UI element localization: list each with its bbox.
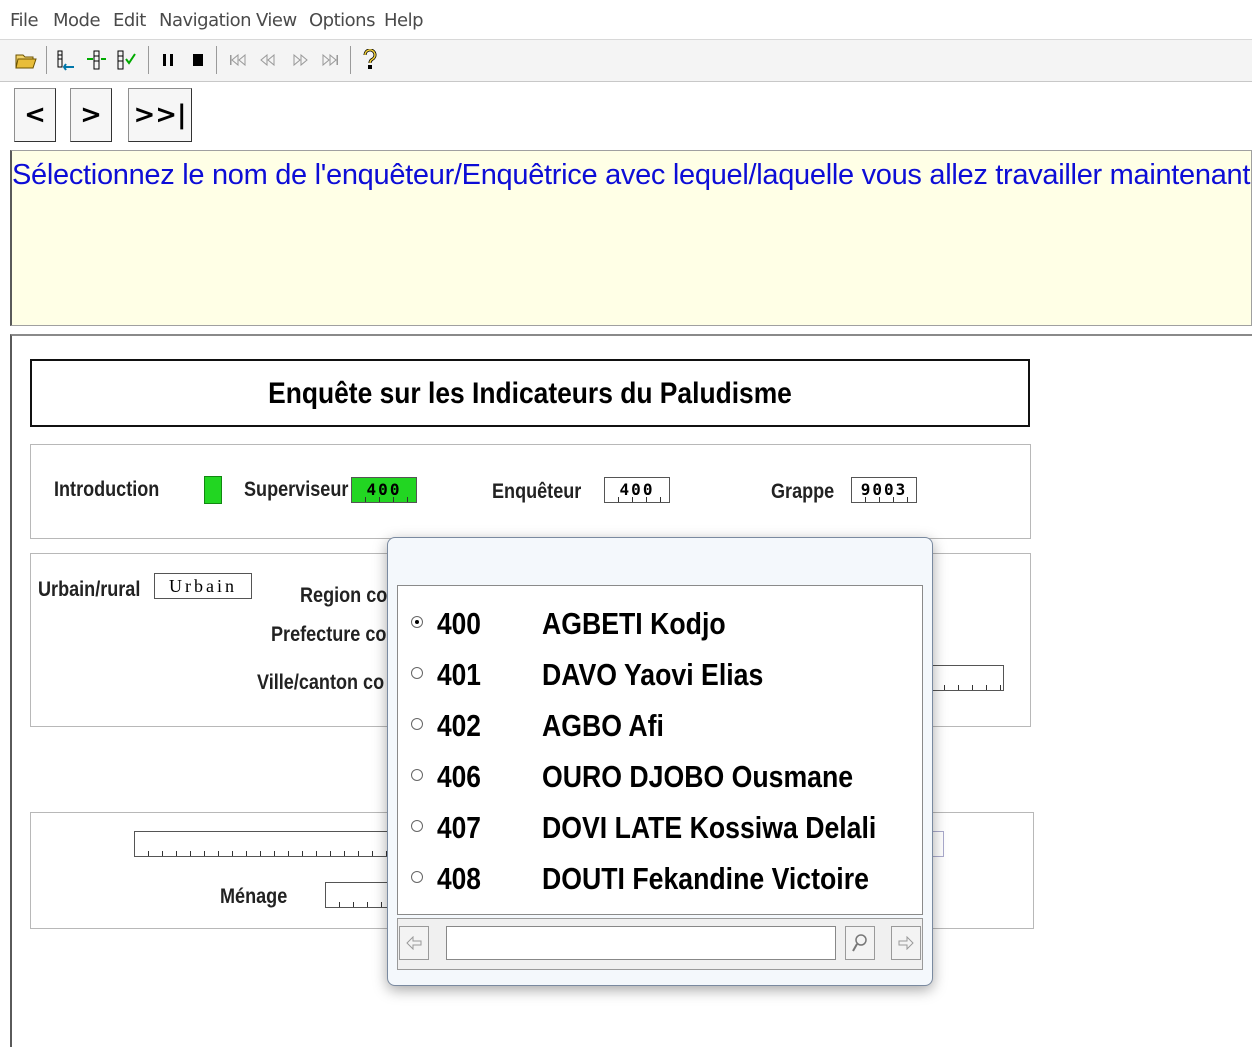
form-title: Enquête sur les Indicateurs du Paludisme [268,377,792,410]
radio[interactable] [411,667,423,679]
prefecture-label: Prefecture co [271,623,387,646]
search-icon[interactable] [845,926,875,960]
open-folder-icon[interactable] [14,48,38,72]
search-input[interactable] [446,926,836,960]
stop-icon[interactable] [186,48,210,72]
ville-canton-label: Ville/canton co [257,671,385,694]
introduction-label: Introduction [54,478,160,501]
forward-arrow-icon[interactable] [891,926,921,960]
menu-bar: File Mode Edit Navigation View Options H… [0,0,1252,40]
toolbar-separator [148,46,149,74]
toolbar-separator [350,46,351,74]
name-field[interactable] [134,831,394,857]
enqueteur-label: Enquêteur [492,480,582,503]
verify-case-icon[interactable] [114,48,138,72]
grappe-label: Grappe [771,480,835,503]
radio[interactable] [411,769,423,781]
introduction-indicator [204,476,222,504]
radio[interactable] [411,871,423,883]
question-text: Sélectionnez le nom de l'enquêteur/Enquê… [12,159,1251,191]
menage-label: Ménage [220,885,288,908]
next-field-button[interactable]: > [70,88,112,142]
menu-view[interactable]: View [256,10,297,31]
first-icon[interactable] [226,48,250,72]
previous-field-button[interactable]: < [14,88,56,142]
menage-field[interactable] [325,882,395,908]
ville-canton-field[interactable] [930,665,1004,691]
question-text-panel: Sélectionnez le nom de l'enquêteur/Enquê… [10,150,1252,326]
radio[interactable] [411,718,423,730]
pause-icon[interactable] [156,48,180,72]
menu-edit[interactable]: Edit [113,10,146,31]
end-button[interactable]: >>| [128,88,192,142]
superviseur-label: Superviseur [244,478,349,501]
menu-help[interactable]: Help [384,10,424,31]
previous-icon[interactable] [256,48,280,72]
urbain-rural-label: Urbain/rural [38,578,141,601]
enqueteur-field[interactable]: 400 [604,477,670,503]
form-title-box: Enquête sur les Indicateurs du Paludisme [30,359,1030,427]
toolbar [0,40,1252,82]
back-arrow-icon[interactable] [399,926,429,960]
insert-case-icon[interactable] [84,48,108,72]
region-label: Region co [300,584,388,607]
menu-file[interactable]: File [10,10,39,31]
menu-mode[interactable]: Mode [53,10,101,31]
menu-options[interactable]: Options [309,10,375,31]
urbain-rural-field[interactable]: Urbain [154,573,252,599]
superviseur-field[interactable]: 400 [351,477,417,503]
last-icon[interactable] [318,48,342,72]
grappe-field[interactable]: 9003 [851,477,917,503]
radio-selected[interactable] [411,616,423,628]
add-case-icon[interactable] [54,48,78,72]
help-icon[interactable] [358,48,382,72]
toolbar-separator [216,46,217,74]
menu-navigation[interactable]: Navigation [159,10,252,31]
next-icon[interactable] [288,48,312,72]
radio[interactable] [411,820,423,832]
toolbar-separator [46,46,47,74]
